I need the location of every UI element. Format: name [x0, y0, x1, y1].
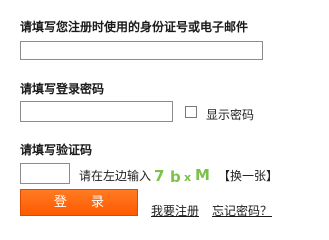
login-button[interactable]: 登 录 — [20, 189, 138, 216]
forgot-password-link[interactable]: 忘记密码？ — [212, 202, 272, 219]
captcha-label: 请填写验证码 — [20, 143, 93, 157]
show-password-checkbox[interactable] — [185, 106, 197, 118]
captcha-hint: 请在左边输入 — [79, 169, 152, 183]
account-input[interactable] — [20, 41, 263, 60]
captcha-char: 7 — [154, 167, 165, 185]
register-link[interactable]: 我要注册 — [151, 202, 199, 219]
captcha-char: x — [184, 171, 192, 184]
show-password-label[interactable]: 显示密码 — [206, 106, 254, 123]
captcha-input[interactable] — [20, 163, 70, 184]
password-label: 请填写登录密码 — [20, 82, 105, 96]
password-input[interactable] — [20, 101, 173, 122]
captcha-char: M — [195, 166, 210, 184]
captcha-image: 7 b x M — [154, 165, 214, 186]
captcha-char: b — [170, 168, 181, 186]
account-label: 请填写您注册时使用的身份证号或电子邮件 — [20, 20, 249, 34]
refresh-captcha-link[interactable]: 【换一张】 — [218, 167, 278, 184]
